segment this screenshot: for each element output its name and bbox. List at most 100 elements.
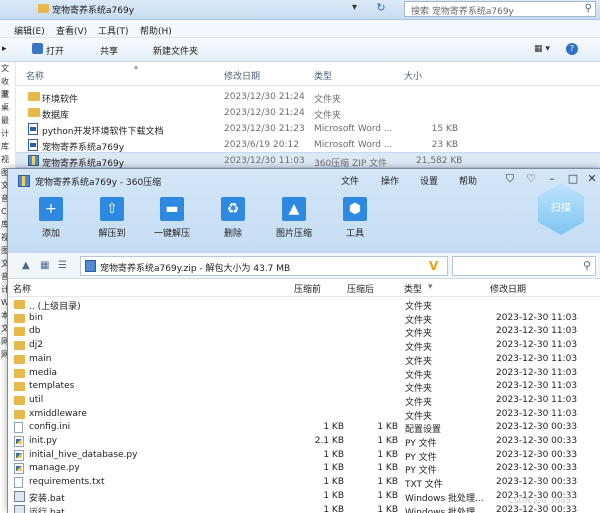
- toolbar-arrow-icon[interactable]: ▸: [2, 44, 7, 54]
- nav-item[interactable]: 最: [0, 114, 15, 127]
- zip-row[interactable]: util 文件夹 2023-12-30 11:03: [8, 394, 600, 408]
- delete-button[interactable]: ♻ 删除: [206, 197, 260, 241]
- zip-entry-type: 文件夹: [405, 302, 433, 312]
- explorer-search-input[interactable]: 搜索 宠物寄养系统a769y ⚲: [404, 1, 596, 17]
- nav-item[interactable]: 计: [0, 127, 15, 140]
- close-icon[interactable]: ✕: [584, 171, 600, 187]
- refresh-icon[interactable]: ↻: [372, 1, 390, 17]
- nav-item[interactable]: 下: [0, 88, 15, 101]
- zip-entry-type: 配置设置: [405, 425, 442, 436]
- feedback-icon[interactable]: ♡: [523, 171, 539, 187]
- zip-row[interactable]: bin 文件夹 2023-12-30 11:03: [8, 312, 600, 326]
- nav-item[interactable]: 库: [0, 140, 15, 153]
- zip-entry-size-after: 1 KB: [377, 477, 398, 488]
- zip-row[interactable]: db 文件夹 2023-12-30 11:03: [8, 325, 600, 339]
- zip-row[interactable]: requirements.txt 1 KB 1 KB TXT 文件 2023-12-30…: [8, 476, 600, 490]
- search-icon[interactable]: ⚲: [583, 259, 591, 272]
- one-click-extract-button[interactable]: ▬ 一键解压: [145, 197, 199, 241]
- col-after[interactable]: 压缩后: [347, 282, 374, 295]
- zip-entry-date: 2023-12-30 11:03: [496, 408, 578, 419]
- nav-item[interactable]: 收藏: [0, 75, 15, 99]
- sort-down-icon: ▾: [428, 282, 433, 292]
- file-date: 2023/12/30 21:23: [224, 124, 305, 134]
- view-options-icon[interactable]: ▦ ▾: [534, 44, 550, 54]
- zip-entry-type: 文件夹: [405, 343, 433, 354]
- zip-entry-date: 2023-12-30 00:33: [496, 449, 578, 460]
- help-icon[interactable]: ?: [566, 43, 578, 55]
- zip-entry-type: 文件夹: [405, 356, 433, 367]
- zip-menu-help[interactable]: 帮助: [459, 174, 477, 187]
- add-button[interactable]: + 添加: [24, 197, 78, 241]
- extract-to-button[interactable]: ⇧ 解压到: [85, 197, 139, 241]
- zip-app-icon: [18, 175, 30, 187]
- watermark: CSDN @u_1065: [508, 496, 571, 505]
- search-placeholder: 搜索 宠物寄养系统a769y: [411, 7, 514, 17]
- zip-entry-name: templates: [29, 381, 75, 392]
- zip-menu-settings[interactable]: 设置: [420, 174, 438, 187]
- zip-path-field[interactable]: 宠物寄养系统a769y.zip - 解包大小为 43.7 MB V: [80, 256, 448, 276]
- view-toggle-icon[interactable]: ▦: [40, 260, 49, 271]
- col-date[interactable]: 修改日期: [224, 69, 260, 82]
- zip-row[interactable]: xmiddleware 文件夹 2023-12-30 11:03: [8, 408, 600, 422]
- scan-button[interactable]: 扫描: [538, 183, 584, 235]
- python-file-icon: [14, 449, 24, 461]
- search-icon[interactable]: ⚲: [585, 3, 592, 14]
- file-name: 环境软件: [42, 95, 79, 105]
- zip-search-input[interactable]: ⚲: [452, 256, 596, 276]
- file-row-selected[interactable]: 宠物寄养系统a769y 2023/12/30 11:03 360压缩 ZIP 文…: [16, 152, 600, 169]
- open-button[interactable]: 打开: [46, 44, 64, 57]
- nav-item[interactable]: 桌: [0, 101, 15, 114]
- new-folder-button[interactable]: 新建文件夹: [153, 44, 198, 57]
- nav-item[interactable]: 文: [0, 62, 15, 75]
- menu-view[interactable]: 查看(V): [56, 24, 87, 37]
- zip-row[interactable]: init.py 2.1 KB 1 KB PY 文件 2023-12-30 00:33: [8, 435, 600, 449]
- zip-menu-file[interactable]: 文件: [341, 174, 359, 187]
- nav-item[interactable]: 视: [0, 153, 15, 166]
- maximize-icon[interactable]: □: [565, 171, 581, 187]
- zip-row[interactable]: config.ini 1 KB 1 KB 配置设置 2023-12-30 00:33: [8, 421, 600, 435]
- col-date[interactable]: 修改日期: [490, 282, 526, 295]
- zip-row[interactable]: media 文件夹 2023-12-30 11:03: [8, 367, 600, 381]
- file-row[interactable]: python开发环境软件下载文档 2023/12/30 21:23 Micros…: [16, 121, 600, 137]
- zip-entry-type: 文件夹: [405, 397, 433, 408]
- list-view-icon[interactable]: ☰: [58, 260, 67, 271]
- zip-entry-size-before: 1 KB: [323, 422, 344, 433]
- col-name[interactable]: 名称: [26, 69, 44, 82]
- chevron-down-icon[interactable]: ▾: [352, 2, 357, 13]
- shirt-icon[interactable]: ⛉: [502, 171, 518, 187]
- zip-row[interactable]: dj2 文件夹 2023-12-30 11:03: [8, 339, 600, 353]
- dropdown-v-icon[interactable]: V: [429, 259, 438, 273]
- menu-edit[interactable]: 编辑(E): [14, 24, 45, 37]
- zip-menu-action[interactable]: 操作: [381, 174, 399, 187]
- explorer-path[interactable]: 宠物寄养系统a769y: [52, 3, 134, 16]
- image-compress-button[interactable]: ▲ 图片压缩: [267, 197, 321, 241]
- share-button[interactable]: 共享: [100, 44, 118, 57]
- zip-entry-type: 文件夹: [405, 315, 433, 326]
- zip-row[interactable]: main 文件夹 2023-12-30 11:03: [8, 353, 600, 367]
- folder-icon: [14, 300, 25, 309]
- zip-entry-date: 2023-12-30 11:03: [496, 381, 578, 392]
- zip-row[interactable]: manage.py 1 KB 1 KB PY 文件 2023-12-30 00:33: [8, 462, 600, 476]
- zip-row[interactable]: initial_hive_database.py 1 KB 1 KB PY 文件 202…: [8, 449, 600, 463]
- col-compressed[interactable]: 压缩前: [294, 282, 321, 295]
- col-size[interactable]: 大小: [404, 69, 422, 82]
- col-name[interactable]: 名称: [13, 282, 31, 295]
- folder-icon: [28, 92, 40, 101]
- menu-tools[interactable]: 工具(T): [98, 24, 129, 37]
- zip-entry-date: 2023-12-30 11:03: [496, 394, 578, 405]
- file-row[interactable]: 环境软件 2023/12/30 21:24 文件夹: [16, 89, 600, 105]
- up-arrow-icon[interactable]: ▲: [22, 260, 30, 271]
- zip-entry-name: media: [29, 367, 58, 378]
- tools-button[interactable]: ⬢ 工具: [328, 197, 382, 241]
- col-type[interactable]: 类型: [404, 282, 422, 295]
- zip-row[interactable]: .. (上级目录) 文件夹: [8, 298, 600, 312]
- col-type[interactable]: 类型: [314, 69, 332, 82]
- zip-entry-date: 2023-12-30 11:03: [496, 367, 578, 378]
- zip-address-bar: ▲ ▦ ☰ 宠物寄养系统a769y.zip - 解包大小为 43.7 MB V …: [8, 253, 600, 279]
- zip-row[interactable]: templates 文件夹 2023-12-30 11:03: [8, 380, 600, 394]
- minimize-icon[interactable]: –: [544, 171, 560, 187]
- folder-icon: [14, 382, 25, 392]
- file-row[interactable]: 数据库 2023/12/30 21:24 文件夹: [16, 105, 600, 121]
- menu-help[interactable]: 帮助(H): [140, 24, 172, 37]
- file-row[interactable]: 宠物寄养系统a769y 2023/6/19 20:12 Microsoft Wo…: [16, 137, 600, 153]
